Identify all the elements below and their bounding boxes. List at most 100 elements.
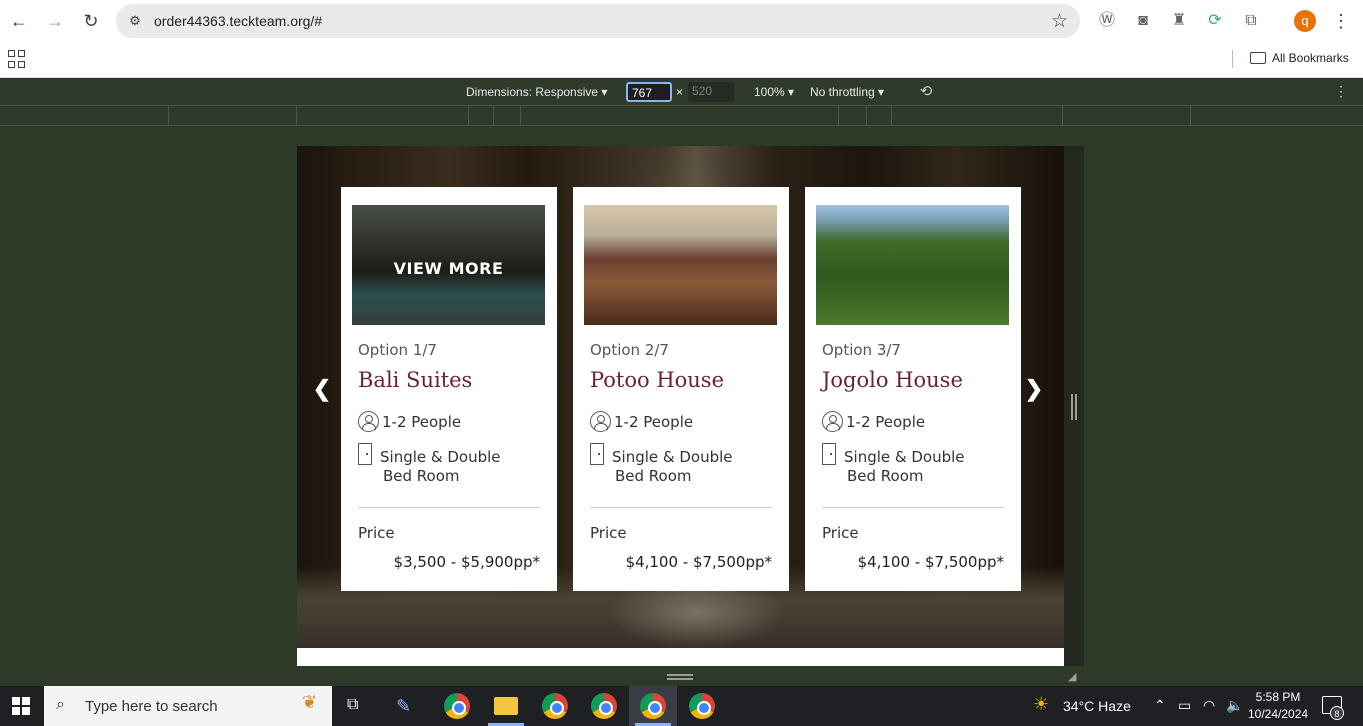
zoom-label: 100% [754, 85, 785, 99]
device-toolbar: Dimensions: Responsive ▾ 767 × 520 100% … [0, 79, 1363, 106]
room-card[interactable]: Option 3/7 Jogolo House 1-2 People Singl… [805, 187, 1021, 591]
wifi-icon[interactable]: ◠ [1203, 697, 1215, 714]
people-feature: 1-2 People [358, 411, 461, 432]
dimensions-dropdown[interactable]: Dimensions: Responsive ▾ [466, 85, 607, 99]
task-view-icon[interactable]: ⧉ [347, 696, 358, 714]
clock-time: 5:58 PM [1255, 690, 1301, 704]
chrome-taskbar-icon[interactable] [689, 693, 715, 719]
search-placeholder: Type here to search [85, 698, 218, 715]
browser-menu-icon[interactable]: ⋮ [1330, 8, 1352, 34]
taskbar-clock[interactable]: 5:58 PM 10/24/2024 [1248, 689, 1308, 723]
battery-icon[interactable]: ▭ [1178, 697, 1191, 714]
emulated-viewport: ❮ ❯ VIEW MORE Option 1/7 Bali Suites 1-2… [297, 146, 1064, 666]
card-divider [358, 507, 540, 508]
room-text: Single & Double [844, 448, 965, 466]
room-photo[interactable] [816, 205, 1009, 325]
windows-taskbar: ⌕ Type here to search ❦ ⧉ ✎ ☀ 34°C Haze … [0, 686, 1363, 726]
view-more-label[interactable]: VIEW MORE [352, 259, 545, 278]
throttling-dropdown[interactable]: No throttling ▾ [810, 85, 884, 99]
rotate-icon[interactable]: ⟲ [916, 82, 936, 102]
chrome-taskbar-icon[interactable] [542, 693, 568, 719]
room-feature: Single & Double [590, 443, 733, 466]
room-title[interactable]: Potoo House [590, 368, 724, 392]
chrome-taskbar-icon[interactable] [640, 693, 666, 719]
carousel-prev-icon[interactable]: ❮ [309, 376, 335, 402]
browser-toolbar: ← → ↻ ⚙ order44363.teckteam.org/# ☆ Ⓦ ◙ … [0, 0, 1363, 42]
price-label: Price [358, 524, 395, 542]
price-value: $4,100 - $7,500pp* [625, 553, 772, 571]
site-info-icon[interactable]: ⚙ [126, 12, 144, 30]
volume-icon[interactable]: 🔈 [1226, 697, 1243, 714]
room-photo[interactable] [584, 205, 777, 325]
room-card[interactable]: VIEW MORE Option 1/7 Bali Suites 1-2 Peo… [341, 187, 557, 591]
bookmarks-bar: All Bookmarks [0, 42, 1363, 78]
person-icon [590, 411, 611, 432]
apps-grid-icon[interactable] [8, 50, 26, 68]
people-feature: 1-2 People [822, 411, 925, 432]
resize-height-handle[interactable] [667, 674, 693, 680]
extensions-puzzle-icon[interactable]: ⧉ [1240, 10, 1262, 32]
tray-expand-icon[interactable]: ⌃ [1154, 697, 1166, 714]
sync-extension-icon[interactable]: ⟳ [1204, 10, 1226, 32]
notification-badge: 8 [1330, 706, 1344, 720]
camera-extension-icon[interactable]: ◙ [1132, 10, 1154, 32]
dimension-times-sign: × [676, 85, 684, 99]
price-value: $4,100 - $7,500pp* [857, 553, 1004, 571]
price-label: Price [822, 524, 859, 542]
resize-corner-icon[interactable]: ◢ [1068, 670, 1076, 683]
weather-text[interactable]: 34°C Haze [1063, 698, 1131, 714]
chrome-taskbar-icon[interactable] [444, 693, 470, 719]
room-feature: Single & Double [822, 443, 965, 466]
search-highlight-icon: ❦ [302, 692, 318, 712]
carousel-next-icon[interactable]: ❯ [1021, 376, 1047, 402]
room-card[interactable]: Option 2/7 Potoo House 1-2 People Single… [573, 187, 789, 591]
option-counter: Option 1/7 [358, 341, 437, 359]
option-counter: Option 2/7 [590, 341, 669, 359]
paint-app-icon[interactable]: ✎ [396, 696, 411, 717]
room-text-line2: Bed Room [615, 467, 692, 485]
media-query-ruler[interactable] [0, 106, 1363, 126]
people-text: 1-2 People [614, 413, 694, 431]
price-value: $3,500 - $5,900pp* [393, 553, 540, 571]
all-bookmarks-button[interactable]: All Bookmarks [1250, 51, 1349, 65]
address-bar[interactable]: ⚙ order44363.teckteam.org/# ☆ [116, 4, 1080, 38]
bookmarks-separator [1232, 50, 1233, 68]
height-input[interactable]: 520 [688, 82, 734, 102]
resize-width-handle[interactable] [1071, 394, 1077, 420]
room-photo[interactable]: VIEW MORE [352, 205, 545, 325]
device-toolbar-menu-icon[interactable]: ⋮ [1334, 83, 1348, 100]
room-text: Single & Double [612, 448, 733, 466]
all-bookmarks-label: All Bookmarks [1272, 51, 1349, 65]
throttling-label: No throttling [810, 85, 875, 99]
robot-extension-icon[interactable]: ♜ [1168, 10, 1190, 32]
room-text: Single & Double [380, 448, 501, 466]
folder-icon [1250, 52, 1266, 64]
chrome-taskbar-icon[interactable] [591, 693, 617, 719]
weather-icon[interactable]: ☀ [1033, 694, 1049, 715]
reload-icon[interactable]: ↻ [78, 8, 104, 34]
room-feature: Single & Double [358, 443, 501, 466]
room-title[interactable]: Bali Suites [358, 368, 472, 392]
windows-start-icon[interactable] [12, 697, 30, 715]
wordpress-extension-icon[interactable]: Ⓦ [1096, 10, 1118, 32]
person-icon [822, 411, 843, 432]
people-feature: 1-2 People [590, 411, 693, 432]
person-icon [358, 411, 379, 432]
door-icon [358, 443, 372, 465]
taskbar-search[interactable]: ⌕ Type here to search ❦ [44, 686, 332, 726]
room-text-line2: Bed Room [847, 467, 924, 485]
forward-arrow-icon[interactable]: → [42, 8, 68, 34]
bookmark-star-icon[interactable]: ☆ [1051, 10, 1068, 33]
width-input[interactable]: 767 [626, 82, 672, 102]
file-explorer-icon[interactable] [494, 697, 518, 715]
option-counter: Option 3/7 [822, 341, 901, 359]
room-text-line2: Bed Room [383, 467, 460, 485]
room-title[interactable]: Jogolo House [822, 368, 963, 392]
profile-avatar[interactable]: q [1294, 10, 1316, 32]
people-text: 1-2 People [846, 413, 926, 431]
url-text[interactable]: order44363.teckteam.org/# [154, 13, 322, 29]
back-arrow-icon[interactable]: ← [6, 8, 32, 34]
clock-date: 10/24/2024 [1248, 707, 1309, 721]
search-icon: ⌕ [56, 696, 65, 713]
zoom-dropdown[interactable]: 100% ▾ [754, 85, 794, 99]
